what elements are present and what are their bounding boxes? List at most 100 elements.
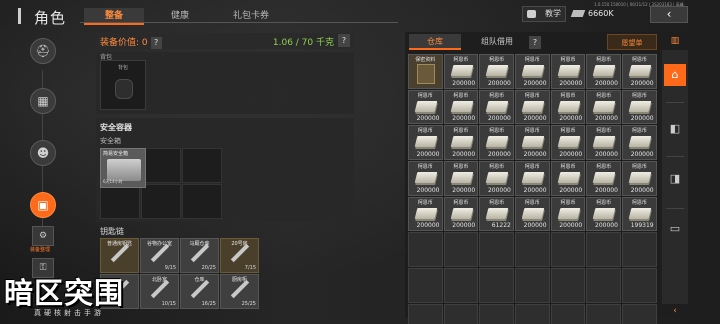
warehouse-item[interactable]: 柯恩币 200000 xyxy=(443,196,479,232)
warehouse-empty-slot[interactable] xyxy=(443,232,479,267)
tab-warehouse[interactable]: 仓库 xyxy=(409,34,461,50)
safe-cell[interactable] xyxy=(141,148,181,183)
item-count: 61222 xyxy=(491,222,511,230)
key-slot[interactable]: 谷物办公室 9/15 xyxy=(140,238,179,273)
weight-help-button[interactable]: ? xyxy=(338,34,350,47)
safe-cell[interactable] xyxy=(141,184,181,219)
item-count: 200000 xyxy=(630,79,654,87)
warehouse-empty-slot[interactable] xyxy=(479,303,514,324)
tutorial-button[interactable]: 教学 xyxy=(522,6,566,22)
key-slot[interactable]: 普通房钥匙 xyxy=(100,238,139,273)
warehouse-empty-slot[interactable] xyxy=(586,303,621,324)
warehouse-empty-slot[interactable] xyxy=(479,232,514,267)
warehouse-empty-slot[interactable] xyxy=(515,303,550,324)
warehouse-empty-slot[interactable] xyxy=(479,268,514,303)
helmet-icon[interactable]: ⛑ xyxy=(30,38,56,64)
warehouse-item[interactable]: 柯恩币 200000 xyxy=(586,161,621,196)
crate-icon[interactable]: ◨ xyxy=(664,168,686,190)
warehouse-item[interactable]: 柯恩币 200000 xyxy=(550,161,586,196)
organize-button[interactable]: ⚙ xyxy=(32,226,54,246)
banknotes-icon xyxy=(557,100,581,112)
collapse-button[interactable]: ‹ xyxy=(650,6,688,23)
home-icon[interactable]: ⌂ xyxy=(664,64,686,86)
warehouse-item[interactable]: 柯恩币 200000 xyxy=(515,89,550,125)
warehouse-empty-slot[interactable] xyxy=(515,268,550,303)
warehouse-item[interactable]: 柯恩币 200000 xyxy=(550,196,586,232)
safe-cell[interactable] xyxy=(100,184,140,219)
warehouse-item[interactable]: 柯恩币 200000 xyxy=(586,196,621,232)
warehouse-item[interactable]: 柯恩币 200000 xyxy=(550,54,586,89)
warehouse-empty-slot[interactable] xyxy=(550,268,586,303)
back-indicator[interactable] xyxy=(18,8,21,24)
collapse-rail-button[interactable]: ‹ xyxy=(662,304,688,318)
vest-icon[interactable]: ▦ xyxy=(30,88,56,114)
warehouse-item[interactable]: 柯恩币 200000 xyxy=(443,89,479,125)
warehouse-item[interactable]: 柯恩币 200000 xyxy=(586,125,621,160)
grid-icon[interactable]: ▥ xyxy=(662,32,688,50)
warehouse-item[interactable]: 柯恩币 200000 xyxy=(550,125,586,160)
warehouse-empty-slot[interactable] xyxy=(550,232,586,267)
warehouse-empty-slot[interactable] xyxy=(408,232,443,267)
warehouse-item[interactable]: 柯恩币 200000 xyxy=(622,54,657,89)
warehouse-help-button[interactable]: ? xyxy=(529,36,541,49)
safe-cell[interactable] xyxy=(182,148,222,183)
warehouse-item[interactable]: 柯恩币 200000 xyxy=(443,125,479,160)
warehouse-empty-slot[interactable] xyxy=(408,268,443,303)
warehouse-item[interactable]: 柯恩币 200000 xyxy=(586,89,621,125)
warehouse-item[interactable]: 柯恩币 200000 xyxy=(443,161,479,196)
warehouse-empty-slot[interactable] xyxy=(408,303,443,324)
warehouse-empty-slot[interactable] xyxy=(622,303,657,324)
item-name: 柯恩币 xyxy=(417,92,433,99)
value-help-button[interactable]: ? xyxy=(150,37,162,49)
warehouse-item[interactable]: 柯恩币 200000 xyxy=(479,89,514,125)
warehouse-empty-slot[interactable] xyxy=(443,268,479,303)
banknotes-icon xyxy=(486,65,509,76)
warehouse-item[interactable]: 柯恩币 200000 xyxy=(408,125,443,160)
key-slot[interactable]: 厨房柜 25/25 xyxy=(220,274,259,309)
bag-slot[interactable]: 背包 xyxy=(100,60,146,110)
warehouse-item[interactable]: 保密资料 xyxy=(408,54,443,89)
backpack-icon[interactable]: ▣ xyxy=(30,192,56,218)
warehouse-empty-slot[interactable] xyxy=(550,303,586,324)
warehouse-item[interactable]: 柯恩币 200000 xyxy=(622,89,657,125)
warehouse-empty-slot[interactable] xyxy=(515,232,550,267)
safe-cell[interactable] xyxy=(182,184,222,219)
warehouse-item[interactable]: 柯恩币 200000 xyxy=(515,196,550,232)
warehouse-item[interactable]: 柯恩币 200000 xyxy=(622,125,657,160)
warehouse-empty-slot[interactable] xyxy=(586,232,621,267)
backpack-silhouette-icon xyxy=(115,79,133,99)
warehouse-tabs: 仓库 组队借用 ? 愿望单 xyxy=(407,34,658,50)
safe-box-item[interactable]: 简易安全箱 6天14小时 xyxy=(100,148,146,188)
warehouse-item[interactable]: 柯恩币 200000 xyxy=(479,54,514,89)
warehouse-empty-slot[interactable] xyxy=(622,232,657,267)
tab-team-borrow[interactable]: 组队借用 xyxy=(467,34,527,50)
warehouse-item[interactable]: 柯恩币 200000 xyxy=(443,54,479,89)
mask-icon[interactable]: ☻ xyxy=(30,140,56,166)
warehouse-item[interactable]: 柯恩币 200000 xyxy=(622,161,657,196)
warehouse-item[interactable]: 柯恩币 61222 xyxy=(479,196,514,232)
wallet-icon[interactable]: ▭ xyxy=(664,218,686,240)
warehouse-empty-slot[interactable] xyxy=(622,268,657,303)
warehouse-item[interactable]: 柯恩币 200000 xyxy=(515,125,550,160)
warehouse-item[interactable]: 柯恩币 200000 xyxy=(586,54,621,89)
banknotes-icon xyxy=(521,207,545,219)
warehouse-empty-slot[interactable] xyxy=(443,303,479,324)
item-count: 200000 xyxy=(452,222,476,230)
warehouse-item[interactable]: 柯恩币 200000 xyxy=(408,196,443,232)
box-icon[interactable]: ◧ xyxy=(664,118,686,140)
warehouse-item[interactable]: 柯恩币 200000 xyxy=(479,161,514,196)
key-slot[interactable]: 20号房 7/15 xyxy=(220,238,259,273)
document-icon xyxy=(417,64,435,84)
item-name: 柯恩币 xyxy=(489,128,505,135)
warehouse-item[interactable]: 柯恩币 200000 xyxy=(550,89,586,125)
wishlist-button[interactable]: 愿望单 xyxy=(607,34,657,50)
warehouse-item[interactable]: 柯恩币 200000 xyxy=(408,89,443,125)
warehouse-item[interactable]: 柯恩币 199319 xyxy=(622,196,657,232)
key-slot[interactable]: 仓库 16/25 xyxy=(180,274,219,309)
warehouse-item[interactable]: 柯恩币 200000 xyxy=(479,125,514,160)
warehouse-item[interactable]: 柯恩币 200000 xyxy=(515,54,550,89)
warehouse-item[interactable]: 柯恩币 200000 xyxy=(408,161,443,196)
key-slot[interactable]: 马厩仓库 20/25 xyxy=(180,238,219,273)
warehouse-empty-slot[interactable] xyxy=(586,268,621,303)
warehouse-item[interactable]: 柯恩币 200000 xyxy=(515,161,550,196)
